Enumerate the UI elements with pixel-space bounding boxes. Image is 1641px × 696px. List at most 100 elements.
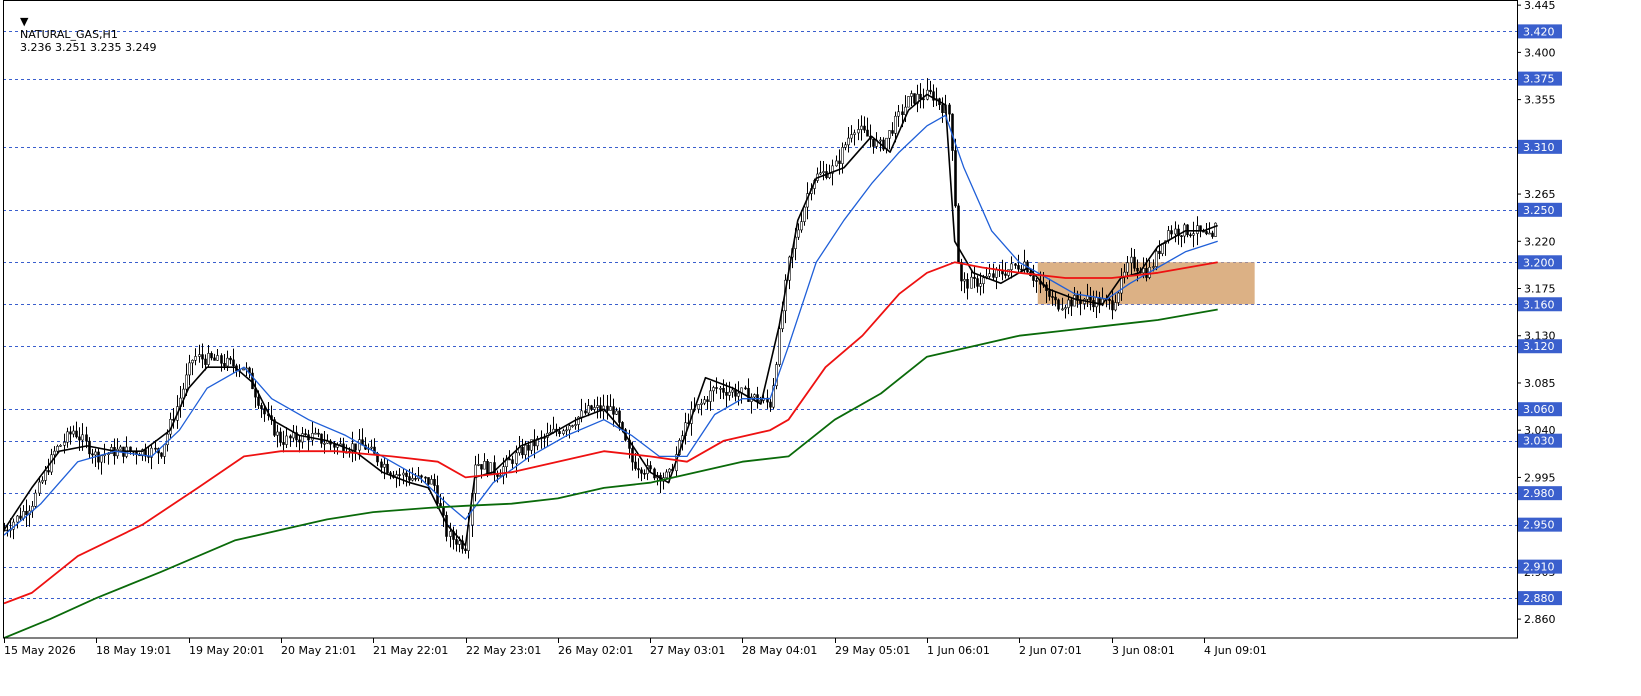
candle-body [119,446,122,450]
candle-body [562,430,565,434]
candle-body [1057,299,1060,310]
candle-body [358,439,361,451]
x-tick-label: 3 Jun 08:01 [1112,644,1175,657]
y-tick-label: 2.995 [1524,471,1556,484]
candle-body [941,104,944,113]
candle-body [725,392,728,396]
candle-body [728,391,731,396]
candle-body [383,463,386,468]
candle-body [1095,297,1098,308]
level-price-label: 3.375 [1523,73,1555,86]
candle-body [486,461,489,474]
candle-body [618,410,621,423]
candle-body [455,539,458,545]
candle-body [91,453,94,456]
candle-body [386,463,389,474]
candle-body [66,431,69,443]
candle-body [1180,235,1183,237]
candle-body [973,276,976,279]
candle-body [420,475,423,478]
candle-body [910,93,913,97]
candle-body [919,93,922,100]
candle-body [954,150,957,207]
x-tick-label: 29 May 05:01 [835,644,910,657]
candle-body [703,399,706,404]
y-tick-label: 3.175 [1524,283,1556,296]
candle-body [888,130,891,139]
candle-body [1092,300,1095,308]
candle-body [160,452,163,457]
candle-body [1126,262,1129,273]
candle-body [1136,267,1139,272]
candle-body [568,425,571,431]
candle-body [442,506,445,516]
candle-body [527,444,530,451]
candle-body [1014,263,1017,266]
candle-body [59,445,62,447]
candle-body [405,472,408,477]
candle-body [571,425,574,427]
candle-body [524,444,527,456]
candle-body [992,273,995,278]
candle-body [565,429,568,432]
candle-body [1152,266,1155,268]
x-tick-label: 18 May 19:01 [96,644,171,657]
candle-body [226,357,229,367]
x-tick-label: 4 Jun 09:01 [1204,644,1267,657]
candle-body [907,96,910,108]
candle-body [1035,280,1038,282]
candle-body [116,448,119,457]
candle-body [41,480,44,483]
candle-body [279,431,282,443]
level-price-label: 3.160 [1523,298,1555,311]
candle-body [16,515,19,523]
candle-body [1174,228,1177,235]
candle-body [25,510,28,516]
candle-body [847,137,850,146]
candle-body [596,405,599,408]
candle-body [668,468,671,473]
candle-body [860,125,863,130]
candle-body [819,172,822,175]
candle-body [838,160,841,164]
candle-body [719,387,722,390]
candle-body [744,387,747,390]
level-price-label: 2.950 [1523,519,1555,532]
candle-body [223,363,226,367]
x-tick-label: 26 May 02:01 [558,644,633,657]
candle-body [872,138,875,147]
candle-body [615,410,618,415]
candle-body [747,388,750,402]
candle-body [78,436,81,441]
candle-body [712,387,715,392]
candle-body [298,439,301,443]
y-tick-label: 3.355 [1524,94,1556,107]
candle-body [649,465,652,470]
candle-body [1010,263,1013,270]
candle-body [72,430,75,435]
candle-body [439,503,442,508]
candle-body [734,389,737,397]
candle-body [411,478,414,481]
candle-body [822,171,825,174]
candle-body [1189,234,1192,237]
price-chart[interactable]: 3.4453.4003.3553.2653.2203.1753.1303.085… [0,0,1641,693]
collapse-triangle-icon[interactable]: ▼ [20,15,28,28]
candle-body [263,408,266,415]
candle-body [1017,265,1020,270]
candle-body [1020,268,1023,271]
candle-body [960,262,963,282]
candle-body [34,492,37,507]
chart-area[interactable]: 3.445 3.400 3.355 3.265 3.220 3.175 3.130 3.085… [0,0,1641,693]
candle-body [433,478,436,486]
y-tick-label: 3.400 [1524,46,1556,59]
candle-body [380,461,383,468]
x-tick-label: 28 May 04:01 [742,644,817,657]
candle-body [242,368,245,371]
candle-body [489,462,492,474]
candle-body [210,353,213,359]
candle-body [44,470,47,481]
candle-body [1067,299,1070,308]
candle-body [166,433,169,446]
candle-body [260,405,263,409]
